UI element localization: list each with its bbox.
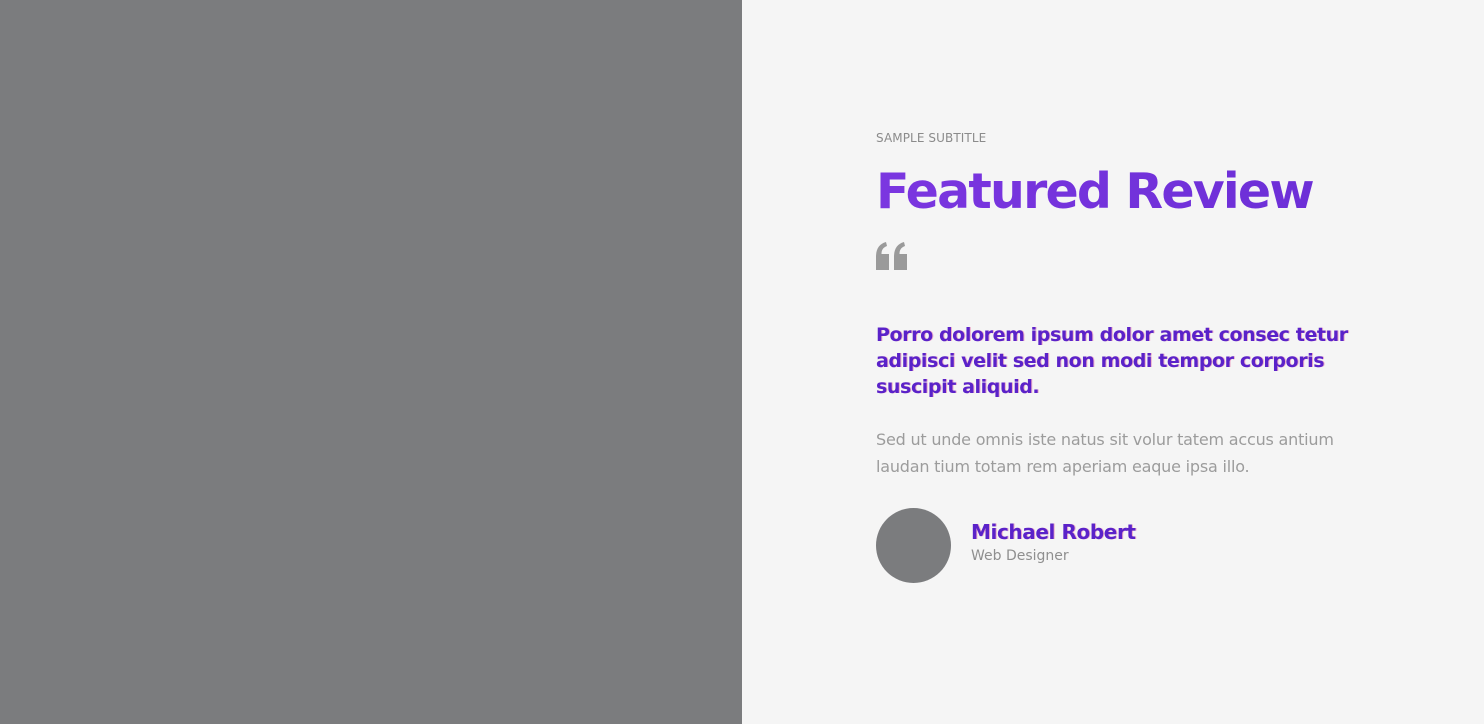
review-content-panel: SAMPLE SUBTITLE Featured Review Porro do… [742, 0, 1484, 724]
avatar [876, 508, 951, 583]
review-author: Michael Robert Web Designer [876, 508, 1356, 583]
author-role: Web Designer [971, 548, 1069, 564]
quote-open-icon [876, 242, 907, 270]
review-image-placeholder [0, 0, 742, 724]
section-subtitle: SAMPLE SUBTITLE [876, 131, 987, 145]
review-content: SAMPLE SUBTITLE Featured Review Porro do… [876, 130, 1356, 583]
section-title: Featured Review [876, 164, 1356, 220]
review-body: Sed ut unde omnis iste natus sit volur t… [876, 430, 1334, 476]
review-quote: Porro dolorem ipsum dolor amet consec te… [876, 324, 1348, 398]
page: SAMPLE SUBTITLE Featured Review Porro do… [0, 0, 1484, 724]
author-name: Michael Robert [971, 520, 1136, 544]
author-meta: Michael Robert Web Designer [971, 519, 1136, 566]
